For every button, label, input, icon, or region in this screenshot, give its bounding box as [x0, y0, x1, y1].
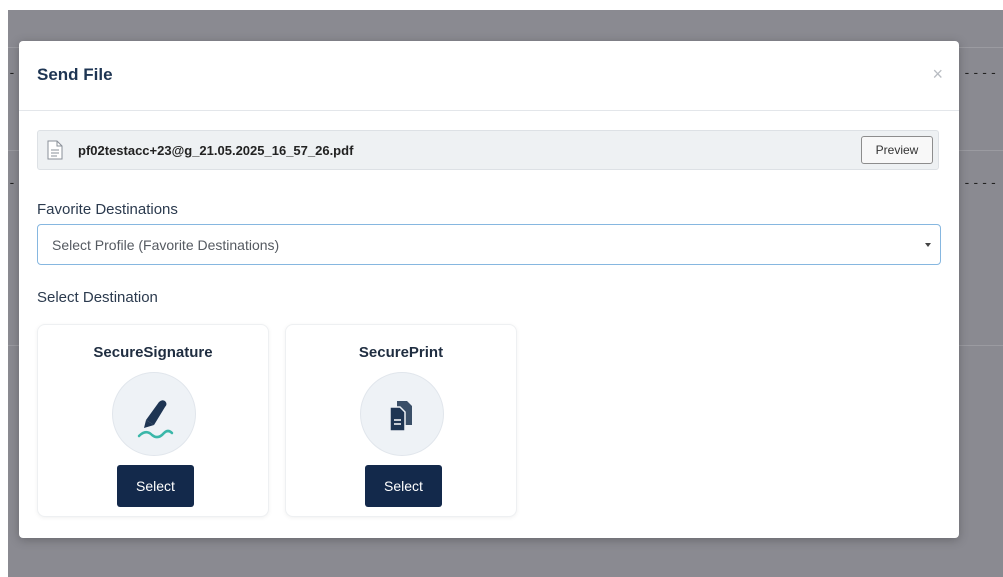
- signature-pen-icon: [112, 372, 196, 456]
- file-bar: pf02testacc+23@g_21.05.2025_16_57_26.pdf…: [37, 130, 939, 170]
- select-placeholder: Select Profile (Favorite Destinations): [52, 237, 280, 253]
- background-dash: -: [8, 66, 17, 81]
- background-dash: ----: [963, 176, 999, 191]
- print-documents-icon: [360, 372, 444, 456]
- dialog-header: Send File ×: [19, 41, 959, 111]
- preview-button[interactable]: Preview: [861, 136, 933, 164]
- background-dash: ----: [963, 66, 999, 81]
- document-icon: [47, 140, 63, 165]
- destination-card-secureprint: SecurePrint Select: [285, 324, 517, 517]
- favorite-destinations-select[interactable]: Select Profile (Favorite Destinations): [37, 224, 941, 265]
- favorite-destinations-label: Favorite Destinations: [37, 201, 178, 218]
- select-destination-label: Select Destination: [37, 289, 158, 306]
- background-dash: -: [8, 176, 17, 191]
- file-name: pf02testacc+23@g_21.05.2025_16_57_26.pdf: [78, 143, 354, 158]
- destination-card-securesignature: SecureSignature Select: [37, 324, 269, 517]
- select-secureprint-button[interactable]: Select: [365, 465, 442, 507]
- close-icon[interactable]: ×: [932, 65, 943, 83]
- chevron-down-icon: [925, 243, 931, 247]
- select-securesignature-button[interactable]: Select: [117, 465, 194, 507]
- destination-title: SecurePrint: [358, 344, 444, 361]
- send-file-dialog: Send File × pf02testacc+23@g_21.05.2025_…: [19, 41, 959, 538]
- dialog-title: Send File: [37, 65, 113, 84]
- destination-title: SecureSignature: [93, 344, 213, 361]
